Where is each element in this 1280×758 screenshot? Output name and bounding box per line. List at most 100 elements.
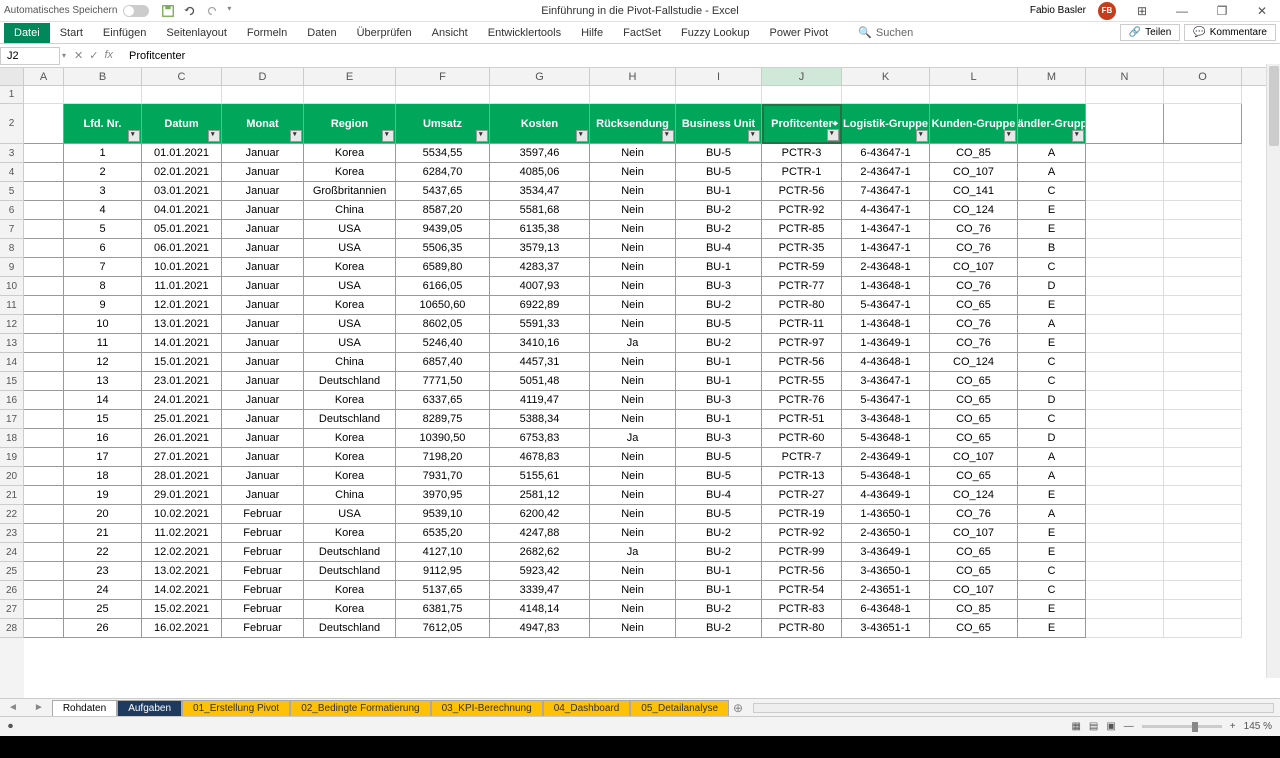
table-cell[interactable]: 4: [64, 201, 142, 220]
table-cell[interactable]: Januar: [222, 239, 304, 258]
table-cell[interactable]: Januar: [222, 201, 304, 220]
cell[interactable]: [1086, 619, 1164, 638]
cell[interactable]: [24, 467, 64, 486]
table-cell[interactable]: Januar: [222, 429, 304, 448]
cell[interactable]: [1164, 619, 1242, 638]
ribbon-tab-factset[interactable]: FactSet: [613, 23, 671, 43]
table-cell[interactable]: Korea: [304, 429, 396, 448]
column-header-E[interactable]: E: [304, 68, 396, 85]
filter-dropdown-icon[interactable]: [827, 129, 839, 141]
table-cell[interactable]: Januar: [222, 353, 304, 372]
table-cell[interactable]: 27.01.2021: [142, 448, 222, 467]
cell[interactable]: [24, 524, 64, 543]
table-cell[interactable]: Ja: [590, 429, 676, 448]
namebox-dropdown-icon[interactable]: ▾: [62, 51, 66, 60]
table-cell[interactable]: Nein: [590, 562, 676, 581]
cell[interactable]: [24, 543, 64, 562]
table-cell[interactable]: Nein: [590, 619, 676, 638]
table-cell[interactable]: Korea: [304, 296, 396, 315]
ribbon-tab-seitenlayout[interactable]: Seitenlayout: [156, 23, 237, 43]
table-cell[interactable]: 29.01.2021: [142, 486, 222, 505]
table-cell[interactable]: C: [1018, 258, 1086, 277]
filter-dropdown-icon[interactable]: [290, 130, 302, 142]
table-cell[interactable]: Deutschland: [304, 410, 396, 429]
table-cell[interactable]: BU-3: [676, 429, 762, 448]
row-header-3[interactable]: 3: [0, 144, 24, 163]
table-cell[interactable]: 04.01.2021: [142, 201, 222, 220]
table-cell[interactable]: 8602,05: [396, 315, 490, 334]
table-cell[interactable]: CO_65: [930, 619, 1018, 638]
table-cell[interactable]: PCTR-56: [762, 182, 842, 201]
search-box[interactable]: 🔍 Suchen: [858, 26, 913, 39]
table-cell[interactable]: CO_65: [930, 296, 1018, 315]
table-cell[interactable]: Nein: [590, 581, 676, 600]
table-cell[interactable]: CO_124: [930, 353, 1018, 372]
table-cell[interactable]: 4-43648-1: [842, 353, 930, 372]
table-cell[interactable]: 6166,05: [396, 277, 490, 296]
table-cell[interactable]: Deutschland: [304, 619, 396, 638]
ribbon-tab-start[interactable]: Start: [50, 23, 93, 43]
add-sheet-button[interactable]: ⊕: [729, 701, 747, 715]
table-cell[interactable]: Nein: [590, 220, 676, 239]
cell[interactable]: [1164, 391, 1242, 410]
redo-icon[interactable]: [205, 4, 219, 18]
table-cell[interactable]: 13: [64, 372, 142, 391]
table-cell[interactable]: Nein: [590, 467, 676, 486]
table-cell[interactable]: 3-43648-1: [842, 410, 930, 429]
cell[interactable]: [1086, 239, 1164, 258]
table-cell[interactable]: E: [1018, 334, 1086, 353]
row-header-13[interactable]: 13: [0, 334, 24, 353]
column-header-B[interactable]: B: [64, 68, 142, 85]
table-cell[interactable]: 12.02.2021: [142, 543, 222, 562]
cell[interactable]: [24, 144, 64, 163]
table-cell[interactable]: 21: [64, 524, 142, 543]
cell[interactable]: [24, 182, 64, 201]
table-cell[interactable]: Januar: [222, 372, 304, 391]
cell[interactable]: [24, 201, 64, 220]
ribbon-tab-entwicklertools[interactable]: Entwicklertools: [478, 23, 571, 43]
table-cell[interactable]: USA: [304, 277, 396, 296]
table-cell[interactable]: D: [1018, 429, 1086, 448]
table-cell[interactable]: Februar: [222, 562, 304, 581]
table-cell[interactable]: CO_65: [930, 410, 1018, 429]
row-header-20[interactable]: 20: [0, 467, 24, 486]
table-cell[interactable]: 4007,93: [490, 277, 590, 296]
table-cell[interactable]: 02.01.2021: [142, 163, 222, 182]
table-cell[interactable]: 16: [64, 429, 142, 448]
column-header-D[interactable]: D: [222, 68, 304, 85]
ribbon-tab-hilfe[interactable]: Hilfe: [571, 23, 613, 43]
table-cell[interactable]: PCTR-83: [762, 600, 842, 619]
table-cell[interactable]: Nein: [590, 258, 676, 277]
filter-dropdown-icon[interactable]: [208, 130, 220, 142]
cell[interactable]: [24, 448, 64, 467]
table-cell[interactable]: CO_76: [930, 505, 1018, 524]
select-all-button[interactable]: [0, 68, 24, 85]
table-cell[interactable]: PCTR-92: [762, 524, 842, 543]
cell[interactable]: [1164, 144, 1242, 163]
cell[interactable]: [24, 258, 64, 277]
column-header-A[interactable]: A: [24, 68, 64, 85]
table-cell[interactable]: CO_65: [930, 429, 1018, 448]
table-cell[interactable]: C: [1018, 372, 1086, 391]
table-cell[interactable]: 3-43651-1: [842, 619, 930, 638]
table-cell[interactable]: PCTR-19: [762, 505, 842, 524]
table-cell[interactable]: B: [1018, 239, 1086, 258]
table-cell[interactable]: A: [1018, 467, 1086, 486]
cell[interactable]: [24, 410, 64, 429]
table-cell[interactable]: E: [1018, 296, 1086, 315]
table-cell[interactable]: 1-43650-1: [842, 505, 930, 524]
ribbon-tab-fuzzy lookup[interactable]: Fuzzy Lookup: [671, 23, 759, 43]
table-cell[interactable]: 23: [64, 562, 142, 581]
table-cell[interactable]: Korea: [304, 467, 396, 486]
table-cell[interactable]: 2-43650-1: [842, 524, 930, 543]
table-cell[interactable]: Korea: [304, 448, 396, 467]
table-cell[interactable]: 03.01.2021: [142, 182, 222, 201]
table-cell[interactable]: 2581,12: [490, 486, 590, 505]
table-cell[interactable]: 5923,42: [490, 562, 590, 581]
cell[interactable]: [1086, 429, 1164, 448]
table-cell[interactable]: 3-43649-1: [842, 543, 930, 562]
table-cell[interactable]: Korea: [304, 163, 396, 182]
table-cell[interactable]: Deutschland: [304, 562, 396, 581]
row-header-14[interactable]: 14: [0, 353, 24, 372]
table-cell[interactable]: D: [1018, 391, 1086, 410]
